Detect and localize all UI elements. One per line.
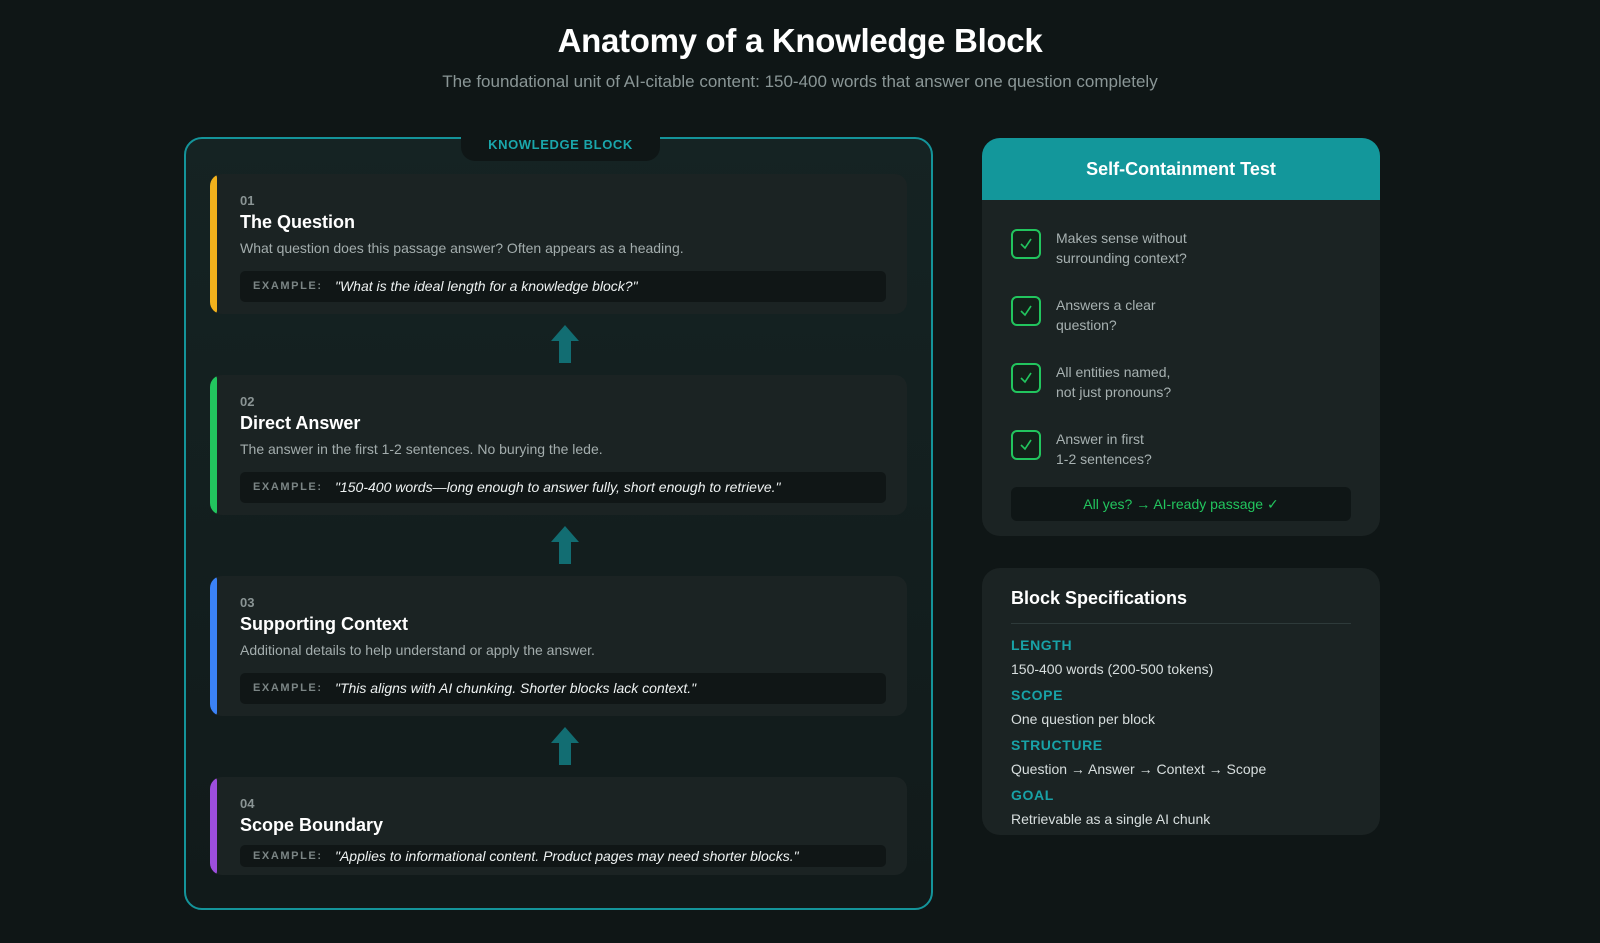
- checklist-item: Answer in first 1-2 sentences?: [1011, 429, 1351, 473]
- arrow-up-icon: [551, 727, 579, 765]
- self-containment-panel: Self-Containment Test Makes sense withou…: [982, 138, 1380, 536]
- section-number: 03: [240, 595, 255, 610]
- spec-value: One question per block: [1011, 711, 1155, 727]
- spec-item-goal: GOAL Retrievable as a single AI chunk: [1011, 786, 1351, 828]
- example-label: EXAMPLE:: [253, 850, 323, 862]
- checkbox-checked: [1011, 363, 1041, 393]
- section-number: 01: [240, 193, 255, 208]
- section-card-question: 01 The Question What question does this …: [210, 174, 907, 314]
- page: Anatomy of a Knowledge Block The foundat…: [0, 0, 1600, 943]
- checklist-line: question?: [1056, 317, 1117, 333]
- spec-item-scope: SCOPE One question per block: [1011, 686, 1351, 728]
- section-title: Supporting Context: [240, 614, 408, 634]
- example-text: "150-400 words—long enough to answer ful…: [335, 479, 781, 495]
- section-example: EXAMPLE: "What is the ideal length for a…: [240, 271, 886, 302]
- spec-label: GOAL: [1011, 787, 1054, 803]
- example-label: EXAMPLE:: [253, 280, 323, 292]
- section-accent-bar: [210, 375, 217, 515]
- example-text: "What is the ideal length for a knowledg…: [335, 278, 638, 294]
- checklist-text: Answers a clear question?: [1056, 295, 1256, 335]
- example-label: EXAMPLE:: [253, 682, 323, 694]
- checklist-line: All entities named,: [1056, 364, 1171, 380]
- section-description: What question does this passage answer? …: [240, 240, 684, 256]
- section-description: Additional details to help understand or…: [240, 642, 595, 658]
- checkbox-checked: [1011, 296, 1041, 326]
- spec-label: LENGTH: [1011, 637, 1073, 653]
- section-description: The answer in the first 1-2 sentences. N…: [240, 441, 603, 457]
- section-example: EXAMPLE: "This aligns with AI chunking. …: [240, 673, 886, 704]
- spec-item-length: LENGTH 150-400 words (200-500 tokens): [1011, 636, 1351, 678]
- checklist-text: Answer in first 1-2 sentences?: [1056, 429, 1256, 469]
- section-card-supporting-context: 03 Supporting Context Additional details…: [210, 576, 907, 716]
- self-containment-result: All yes? → AI-ready passage ✓: [1011, 487, 1351, 521]
- spec-label: STRUCTURE: [1011, 737, 1103, 753]
- section-title: The Question: [240, 212, 356, 232]
- section-card-direct-answer: 02 Direct Answer The answer in the first…: [210, 375, 907, 515]
- spec-value: Retrievable as a single AI chunk: [1011, 811, 1211, 827]
- checkbox-checked: [1011, 430, 1041, 460]
- checklist-line: Answer in first: [1056, 431, 1144, 447]
- checklist-item: Makes sense without surrounding context?: [1011, 228, 1351, 272]
- section-card-scope-boundary: 04 Scope Boundary EXAMPLE: "Applies to i…: [210, 777, 907, 875]
- checklist-text: All entities named, not just pronouns?: [1056, 362, 1256, 402]
- spec-value: Question → Answer → Context → Scope: [1011, 761, 1267, 777]
- section-accent-bar: [210, 777, 217, 875]
- self-containment-title: Self-Containment Test: [982, 138, 1380, 200]
- example-text: "This aligns with AI chunking. Shorter b…: [335, 680, 697, 696]
- section-accent-bar: [210, 174, 217, 314]
- section-number: 02: [240, 394, 255, 409]
- knowledge-block-label: KNOWLEDGE BLOCK: [461, 135, 660, 161]
- check-icon: [1020, 372, 1032, 384]
- section-example: EXAMPLE: "150-400 words—long enough to a…: [240, 472, 886, 503]
- section-example: EXAMPLE: "Applies to informational conte…: [240, 845, 886, 867]
- spec-item-structure: STRUCTURE Question → Answer → Context → …: [1011, 736, 1351, 778]
- checklist-line: Answers a clear: [1056, 297, 1156, 313]
- section-title: Scope Boundary: [240, 815, 384, 835]
- check-icon: [1020, 238, 1032, 250]
- checklist-line: not just pronouns?: [1056, 384, 1172, 400]
- page-subtitle: The foundational unit of AI-citable cont…: [442, 72, 1158, 91]
- block-specifications-panel: Block Specifications LENGTH 150-400 word…: [982, 568, 1380, 835]
- spec-label: SCOPE: [1011, 687, 1064, 703]
- section-number: 04: [240, 796, 255, 811]
- checklist-item: All entities named, not just pronouns?: [1011, 362, 1351, 406]
- check-icon: [1020, 439, 1032, 451]
- checklist-line: Makes sense without: [1056, 230, 1187, 246]
- check-icon: [1020, 305, 1032, 317]
- arrow-up-icon: [551, 325, 579, 363]
- checklist-text: Makes sense without surrounding context?: [1056, 228, 1256, 268]
- specifications-title: Block Specifications: [1011, 588, 1188, 608]
- arrow-up-icon: [551, 526, 579, 564]
- page-title: Anatomy of a Knowledge Block: [557, 22, 1043, 59]
- checklist-line: 1-2 sentences?: [1056, 451, 1152, 467]
- knowledge-block-container: KNOWLEDGE BLOCK 01 The Question What que…: [184, 135, 933, 910]
- divider: [1011, 623, 1351, 624]
- checkbox-checked: [1011, 229, 1041, 259]
- spec-value: 150-400 words (200-500 tokens): [1011, 661, 1214, 677]
- checklist-item: Answers a clear question?: [1011, 295, 1351, 339]
- checklist-line: surrounding context?: [1056, 250, 1187, 266]
- section-accent-bar: [210, 576, 217, 716]
- example-text: "Applies to informational content. Produ…: [335, 848, 799, 864]
- example-label: EXAMPLE:: [253, 481, 323, 493]
- section-title: Direct Answer: [240, 413, 361, 433]
